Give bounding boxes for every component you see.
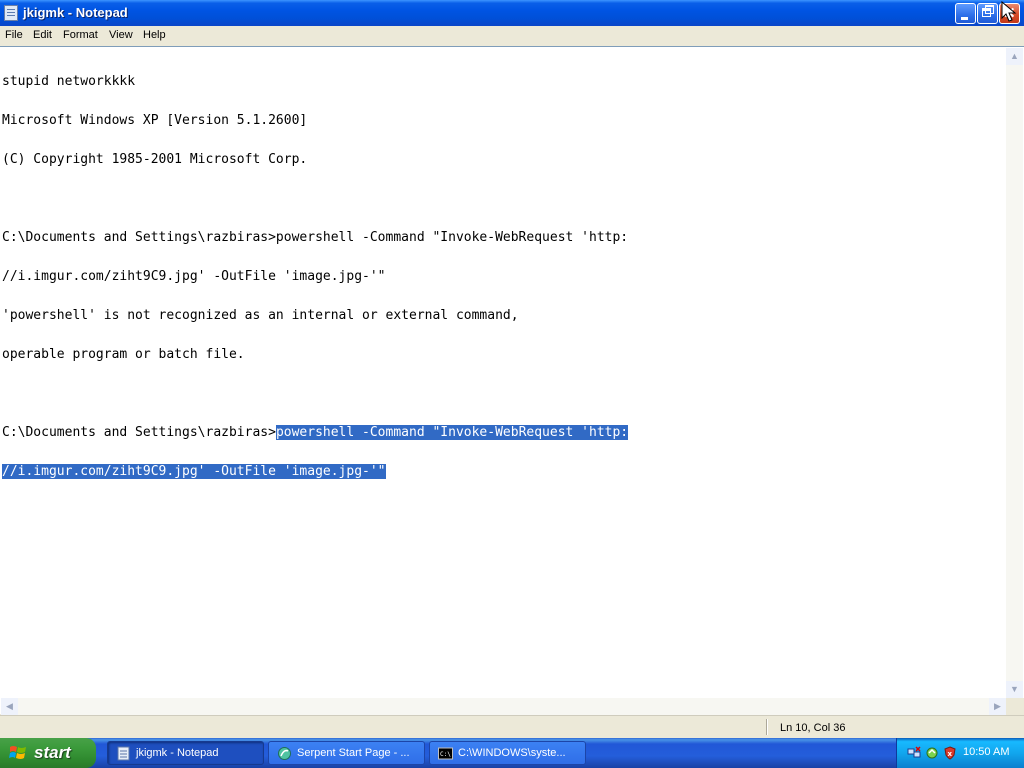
taskbar-item-label: jkigmk - Notepad <box>136 747 219 759</box>
vertical-scrollbar[interactable]: ▲ ▼ <box>1006 48 1023 698</box>
menu-format[interactable]: Format <box>63 29 98 41</box>
minimize-button[interactable] <box>955 3 976 24</box>
menu-help[interactable]: Help <box>143 29 166 41</box>
browser-icon <box>278 747 291 760</box>
title-bar[interactable]: jkigmk - Notepad ✕ <box>0 0 1024 26</box>
taskbar-item-label: C:\WINDOWS\syste... <box>458 747 566 759</box>
svg-text:C:\: C:\ <box>440 751 451 758</box>
menu-edit[interactable]: Edit <box>33 29 52 41</box>
text-line: //i.imgur.com/ziht9C9.jpg' -OutFile 'ima… <box>2 269 386 284</box>
notepad-icon <box>117 746 130 761</box>
text-line: C:\Documents and Settings\razbiras>power… <box>2 425 1002 440</box>
text-line: //i.imgur.com/ziht9C9.jpg' -OutFile 'ima… <box>2 464 1002 479</box>
menu-bar: File Edit Format View Help <box>0 26 1024 46</box>
mouse-cursor-icon <box>1001 1 1017 22</box>
text-line: operable program or batch file. <box>2 347 245 362</box>
horizontal-scrollbar[interactable]: ◀ ▶ <box>1 698 1006 715</box>
text-content[interactable]: stupid networkkkk Microsoft Windows XP [… <box>2 49 1002 697</box>
text-line: stupid networkkkk <box>2 74 136 89</box>
status-bar: Ln 10, Col 36 <box>0 715 1024 737</box>
window-title: jkigmk - Notepad <box>23 5 128 20</box>
selected-text: //i.imgur.com/ziht9C9.jpg' -OutFile 'ima… <box>2 464 386 479</box>
notepad-icon[interactable] <box>4 5 18 21</box>
taskbar-item-browser[interactable]: Serpent Start Page - ... <box>268 741 425 765</box>
clock[interactable]: 10:50 AM <box>963 746 1009 758</box>
text-line: C:\Documents and Settings\razbiras>power… <box>2 230 629 245</box>
scroll-left-icon[interactable]: ◀ <box>1 698 18 715</box>
status-divider <box>766 719 768 735</box>
svg-text:x: x <box>948 750 953 758</box>
system-tray: x 10:50 AM <box>896 738 1024 768</box>
minimize-icon <box>961 17 968 20</box>
restore-button[interactable] <box>977 3 998 24</box>
start-label: start <box>34 743 71 762</box>
taskbar-item-notepad[interactable]: jkigmk - Notepad <box>107 741 264 765</box>
text-line <box>2 192 1002 205</box>
cursor-position: Ln 10, Col 36 <box>780 722 846 734</box>
notepad-window: jkigmk - Notepad ✕ File Edit Format View… <box>0 0 1024 737</box>
text-line <box>2 387 1002 400</box>
taskbar-item-cmd[interactable]: C:\ C:\WINDOWS\syste... <box>429 741 586 765</box>
taskbar-item-label: Serpent Start Page - ... <box>297 747 410 759</box>
taskbar: start jkigmk - Notepad Serpent Start Pag… <box>0 738 1024 768</box>
security-shield-icon[interactable]: x <box>943 746 957 760</box>
windows-logo-icon <box>9 746 26 759</box>
menu-view[interactable]: View <box>109 29 133 41</box>
scroll-up-icon[interactable]: ▲ <box>1006 48 1023 65</box>
network-icon[interactable] <box>907 746 921 760</box>
text-editor[interactable]: stupid networkkkk Microsoft Windows XP [… <box>0 46 1024 715</box>
text-line: Microsoft Windows XP [Version 5.1.2600] <box>2 113 308 128</box>
scrollbar-corner <box>1006 698 1024 715</box>
scroll-down-icon[interactable]: ▼ <box>1006 681 1023 698</box>
cmd-icon: C:\ <box>438 747 453 760</box>
text-line: (C) Copyright 1985-2001 Microsoft Corp. <box>2 152 308 167</box>
restore-icon-front <box>982 8 991 17</box>
selected-text: powershell -Command "Invoke-WebRequest '… <box>275 425 629 440</box>
start-button[interactable]: start <box>0 738 96 768</box>
text-line: 'powershell' is not recognized as an int… <box>2 308 519 323</box>
sync-icon[interactable] <box>925 746 939 760</box>
scroll-right-icon[interactable]: ▶ <box>989 698 1006 715</box>
menu-file[interactable]: File <box>5 29 23 41</box>
text-line-prefix: C:\Documents and Settings\razbiras> <box>2 425 276 440</box>
